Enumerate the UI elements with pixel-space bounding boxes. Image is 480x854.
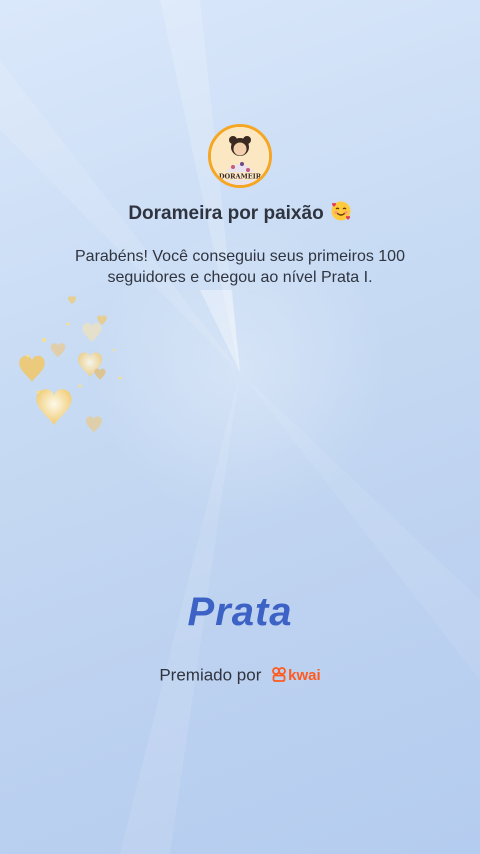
achievement-message: Parabéns! Você conseguiu seus primeiros …	[75, 248, 405, 286]
award-line: Premiado por kwai	[0, 664, 480, 688]
profile-name: Dorameira por paixão	[128, 203, 324, 224]
smiling-hearts-emoji-icon	[330, 200, 352, 230]
brand-logo: kwai	[272, 664, 321, 688]
level-name: Prata	[187, 590, 293, 634]
profile-title: Dorameira por paixão	[0, 200, 480, 230]
hearts-decoration-icon	[19, 296, 122, 433]
kwai-logo-icon	[272, 666, 287, 688]
brand-name: kwai	[288, 667, 321, 684]
avatar-image: DORAMEIR	[211, 127, 269, 185]
profile-avatar[interactable]: DORAMEIR	[208, 124, 272, 188]
award-label: Premiado por	[159, 665, 262, 685]
avatar-text: DORAMEIR	[219, 173, 262, 181]
